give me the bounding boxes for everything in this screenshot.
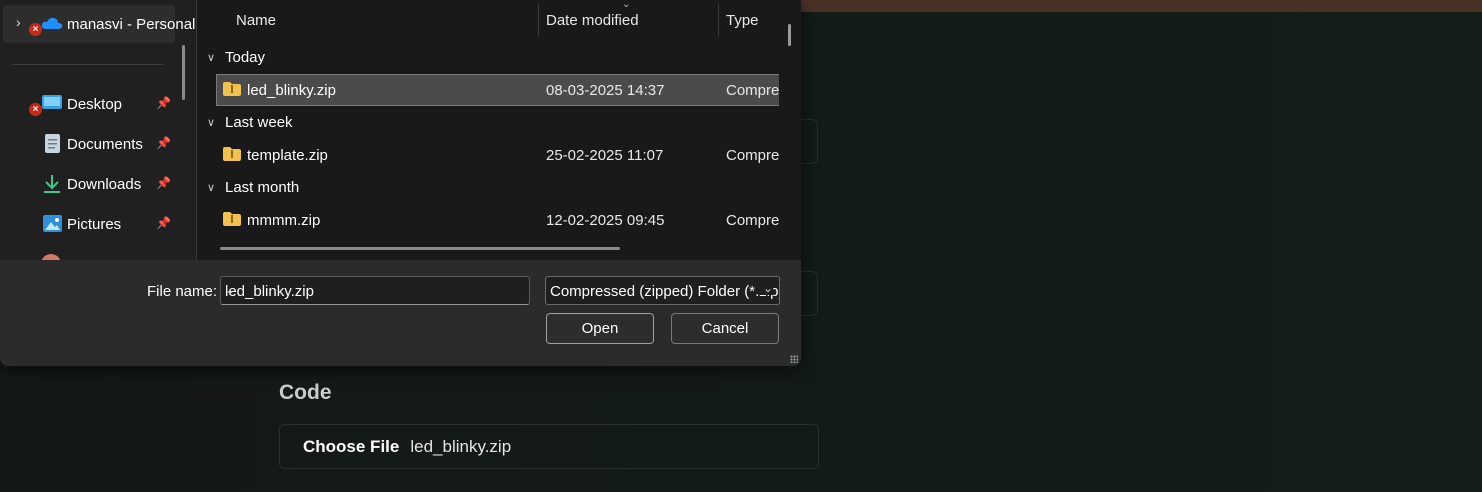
file-date: 12-02-2025 09:45	[546, 212, 665, 229]
file-date: 25-02-2025 11:07	[546, 147, 664, 164]
desktop-icon	[42, 95, 62, 109]
zip-folder-icon	[223, 212, 241, 226]
zip-folder-icon	[223, 147, 241, 161]
pin-icon: 📌	[156, 96, 171, 110]
chevron-right-icon[interactable]: ›	[16, 14, 21, 30]
nav-item-onedrive[interactable]: › × manasvi - Personal	[3, 5, 195, 43]
chevron-down-icon[interactable]: ⌄	[758, 281, 773, 295]
nav-item-label: Downloads	[67, 176, 142, 193]
horizontal-scrollbar[interactable]	[220, 247, 620, 250]
group-header-last-week[interactable]: ∨ Last week	[207, 114, 293, 131]
column-header-date[interactable]: Date modified	[546, 12, 639, 29]
dialog-footer: File name: led_blinky.zip ⌄ Compressed (…	[0, 260, 801, 366]
file-name: template.zip	[247, 147, 328, 164]
zip-folder-icon	[223, 82, 241, 96]
group-header-today[interactable]: ∨ Today	[207, 49, 265, 66]
resize-grip-icon[interactable]	[790, 355, 798, 363]
pictures-icon	[43, 215, 62, 232]
file-type: Compressed (zipped) Folder	[726, 82, 779, 99]
nav-item-downloads[interactable]: Downloads 📌	[0, 165, 180, 203]
nav-item-documents[interactable]: Documents 📌	[0, 125, 180, 163]
nav-item-label: Documents	[67, 136, 143, 153]
chevron-down-icon: ∨	[207, 182, 216, 194]
chevron-down-icon: ∨	[207, 117, 216, 129]
pin-icon: 📌	[156, 136, 171, 150]
group-label: Today	[225, 49, 266, 66]
cancel-button[interactable]: Cancel	[671, 313, 779, 344]
chosen-file-name: led_blinky.zip	[410, 436, 512, 456]
code-section-title: Code	[279, 381, 332, 404]
file-row[interactable]: template.zip 25-02-2025 11:07 Compressed…	[217, 140, 779, 170]
file-row[interactable]: mmmm.zip 12-02-2025 09:45 Compressed (zi…	[217, 205, 779, 235]
column-header-type[interactable]: Type	[726, 12, 759, 29]
group-header-last-month[interactable]: ∨ Last month	[207, 179, 299, 196]
vertical-scrollbar[interactable]	[788, 24, 791, 46]
file-type-value: Compressed (zipped) Folder (*.zip)	[550, 283, 780, 300]
code-file-input[interactable]: Choose File led_blinky.zip	[279, 424, 819, 469]
file-name: led_blinky.zip	[247, 82, 336, 99]
column-separator[interactable]	[538, 4, 539, 36]
sync-error-icon: ×	[29, 23, 42, 36]
browser-top-strip	[800, 0, 1482, 12]
choose-file-button[interactable]: Choose File	[303, 437, 399, 457]
open-file-dialog: › × manasvi - Personal × Desktop 📌 Docum…	[0, 0, 801, 366]
nav-scrollbar[interactable]	[182, 45, 185, 100]
sync-error-icon: ×	[29, 103, 42, 116]
sort-arrow-icon: ⌄	[622, 0, 631, 10]
file-type: Compressed (zipped) Folder	[726, 147, 779, 164]
chevron-down-icon[interactable]: ⌄	[225, 283, 523, 297]
nav-item-label: manasvi - Personal	[67, 16, 196, 33]
file-date: 08-03-2025 14:37	[546, 82, 665, 99]
column-header-name[interactable]: Name	[236, 12, 276, 29]
navigation-pane: › × manasvi - Personal × Desktop 📌 Docum…	[0, 0, 196, 264]
pin-icon: 📌	[156, 176, 171, 190]
onedrive-icon	[41, 17, 63, 29]
nav-item-desktop[interactable]: × Desktop 📌	[0, 85, 180, 123]
group-label: Last week	[225, 114, 293, 131]
column-separator[interactable]	[718, 4, 719, 36]
file-type: Compressed (zipped) Folder	[726, 212, 779, 229]
file-name-label: File name:	[147, 283, 218, 300]
file-name: mmmm.zip	[247, 212, 321, 229]
nav-divider	[12, 64, 163, 65]
group-label: Last month	[225, 179, 300, 196]
nav-item-label: Pictures	[67, 216, 122, 233]
file-list: ⌄ Name Date modified Type ∨ Today ∨ Last…	[197, 0, 801, 260]
file-row[interactable]: led_blinky.zip 08-03-2025 14:37 Compress…	[216, 74, 779, 106]
downloads-icon	[44, 175, 60, 193]
pin-icon: 📌	[156, 216, 171, 230]
file-type-select[interactable]: Compressed (zipped) Folder (*.zip) ⌄	[545, 276, 780, 305]
documents-icon	[45, 134, 60, 153]
file-name-input[interactable]: led_blinky.zip ⌄	[220, 276, 530, 305]
nav-item-label: Desktop	[67, 96, 123, 113]
nav-item-pictures[interactable]: Pictures 📌	[0, 205, 180, 243]
chevron-down-icon: ∨	[207, 52, 216, 64]
open-button[interactable]: Open	[546, 313, 654, 344]
